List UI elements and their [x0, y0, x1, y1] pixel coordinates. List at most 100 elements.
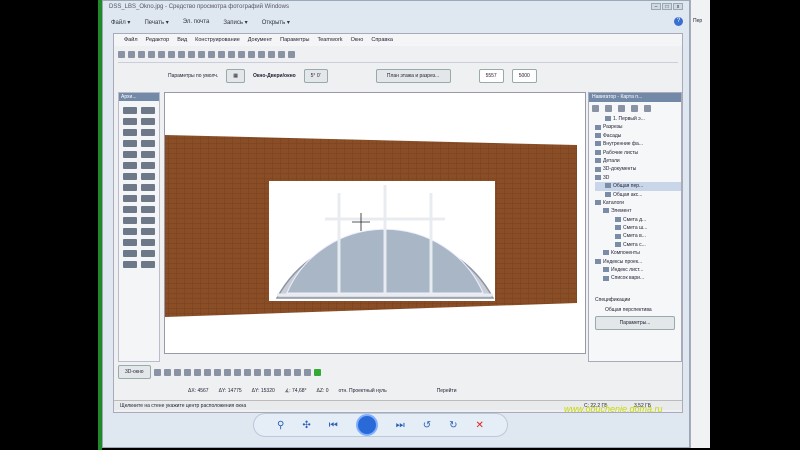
figure-tool-icon[interactable]: [141, 250, 155, 257]
window-tool-icon[interactable]: [123, 140, 137, 147]
paste-icon[interactable]: [178, 51, 185, 58]
minimize-button[interactable]: –: [651, 3, 661, 10]
redo-icon[interactable]: [198, 51, 205, 58]
close-button[interactable]: x: [673, 3, 683, 10]
tree-item[interactable]: Смета ш...: [595, 224, 681, 232]
marquee-tool-icon[interactable]: [141, 107, 155, 114]
tree-item[interactable]: Компоненты: [595, 249, 681, 257]
tree-item[interactable]: Рабочие листы: [595, 149, 681, 157]
menu-burn[interactable]: Запись ▾: [223, 19, 247, 26]
rotate-left-icon[interactable]: ↺: [423, 420, 431, 431]
tree-item[interactable]: Общая акс...: [595, 191, 681, 199]
print-icon[interactable]: [148, 51, 155, 58]
menu-open[interactable]: Открыть ▾: [262, 19, 290, 26]
previous-icon[interactable]: ⏮: [329, 420, 338, 431]
tree-item[interactable]: Смета с...: [595, 241, 681, 249]
tree-item[interactable]: Внутренние фа...: [595, 140, 681, 148]
tree-item[interactable]: 3D: [595, 174, 681, 182]
plan-section-button[interactable]: План этажа и разрез...: [375, 69, 451, 83]
wall-tool-icon[interactable]: [123, 118, 137, 125]
mesh-tool-icon[interactable]: [123, 162, 137, 169]
navigator-params-button[interactable]: Параметры...: [595, 315, 675, 330]
settings-button[interactable]: ▦: [226, 69, 246, 83]
zoom-icon[interactable]: ⚲: [277, 420, 284, 431]
tree-item[interactable]: Смета д...: [595, 216, 681, 224]
layout-book-icon[interactable]: [618, 105, 625, 112]
ac-menu-design[interactable]: Конструирование: [195, 37, 240, 43]
tree-item[interactable]: Разрезы: [595, 123, 681, 131]
reference-select[interactable]: отн. Проектный нуль: [339, 388, 387, 394]
cut-icon[interactable]: [158, 51, 165, 58]
stair-tool-icon[interactable]: [141, 261, 155, 268]
angle-field[interactable]: 5° 0': [303, 69, 328, 83]
layer-select[interactable]: Окно-Двери/окно: [253, 73, 296, 79]
door-tool-icon[interactable]: [141, 129, 155, 136]
3d-icon[interactable]: [288, 51, 295, 58]
3d-window-button[interactable]: 3D-окно: [118, 365, 151, 379]
text-tool-icon[interactable]: [141, 184, 155, 191]
maximize-button[interactable]: □: [662, 3, 672, 10]
project-map-icon[interactable]: [592, 105, 599, 112]
arc-tool-icon[interactable]: [141, 173, 155, 180]
ac-menu-document[interactable]: Документ: [248, 37, 272, 43]
pen-icon[interactable]: [218, 51, 225, 58]
fill-tool-icon[interactable]: [141, 195, 155, 202]
line-tool-icon[interactable]: [123, 173, 137, 180]
elevation-tool-icon[interactable]: [123, 239, 137, 246]
roof-tool-icon[interactable]: [141, 151, 155, 158]
tree-item[interactable]: Индекс лист...: [595, 266, 681, 274]
tree-item[interactable]: Каталоги: [595, 199, 681, 207]
undo-icon[interactable]: [188, 51, 195, 58]
tree-item[interactable]: Фасады: [595, 132, 681, 140]
hotspot-tool-icon[interactable]: [141, 217, 155, 224]
save-icon[interactable]: [138, 51, 145, 58]
camera-tool-icon[interactable]: [123, 228, 137, 235]
next-icon[interactable]: ⏭: [396, 420, 405, 431]
open-icon[interactable]: [128, 51, 135, 58]
tree-item[interactable]: 3D-документы: [595, 165, 681, 173]
help-icon[interactable]: ?: [674, 17, 683, 26]
guide-icon[interactable]: [238, 51, 245, 58]
tree-item[interactable]: Смета в...: [595, 232, 681, 240]
rotate-right-icon[interactable]: ↻: [449, 420, 457, 431]
worksheet-tool-icon[interactable]: [123, 250, 137, 257]
h-field[interactable]: 5000: [511, 69, 537, 83]
delete-icon[interactable]: ✕: [476, 420, 484, 431]
layer-icon[interactable]: [258, 51, 265, 58]
tree-item[interactable]: Индексы проек...: [595, 258, 681, 266]
ac-menu-view[interactable]: Вид: [177, 37, 187, 43]
ac-menu-window[interactable]: Окно: [351, 37, 364, 43]
tree-item[interactable]: Список вари...: [595, 274, 681, 282]
menu-print[interactable]: Печать ▾: [144, 19, 168, 26]
tree-item[interactable]: Общая пер...: [595, 182, 681, 191]
ac-menu-options[interactable]: Параметры: [280, 37, 309, 43]
organizer-icon[interactable]: [644, 105, 651, 112]
polyline-tool-icon[interactable]: [123, 184, 137, 191]
fit-icon[interactable]: ✣: [302, 420, 310, 431]
snap-icon[interactable]: [228, 51, 235, 58]
detail-tool-icon[interactable]: [141, 239, 155, 246]
view-map-icon[interactable]: [605, 105, 612, 112]
tree-item[interactable]: 1. Первый э...: [595, 115, 681, 123]
column-tool-icon[interactable]: [141, 118, 155, 125]
goto-select[interactable]: Перейти: [437, 388, 457, 394]
zone-tool-icon[interactable]: [141, 162, 155, 169]
section-tool-icon[interactable]: [141, 228, 155, 235]
slab-tool-icon[interactable]: [123, 151, 137, 158]
spline-tool-icon[interactable]: [123, 217, 137, 224]
object-tool-icon[interactable]: [141, 140, 155, 147]
tree-item[interactable]: Детали: [595, 157, 681, 165]
3d-view-canvas[interactable]: [164, 92, 586, 354]
arrow-tool-icon[interactable]: [123, 107, 137, 114]
ac-menu-help[interactable]: Справка: [371, 37, 393, 43]
drawing-tool-icon[interactable]: [123, 261, 137, 268]
level-tool-icon[interactable]: [141, 206, 155, 213]
menu-email[interactable]: Эл. почта: [183, 19, 210, 26]
beam-tool-icon[interactable]: [123, 129, 137, 136]
label-tool-icon[interactable]: [123, 195, 137, 202]
dimension-tool-icon[interactable]: [123, 206, 137, 213]
copy-icon[interactable]: [168, 51, 175, 58]
menu-file[interactable]: Файл ▾: [111, 19, 130, 26]
publisher-icon[interactable]: [631, 105, 638, 112]
ac-menu-edit[interactable]: Редактор: [146, 37, 170, 43]
